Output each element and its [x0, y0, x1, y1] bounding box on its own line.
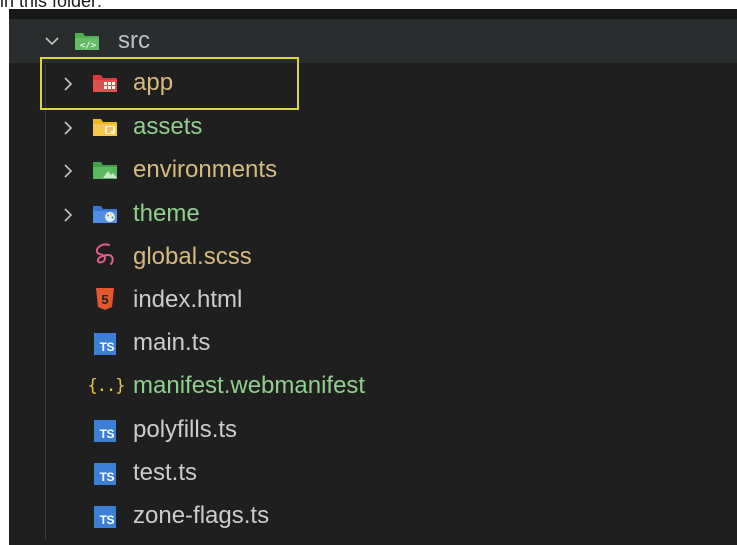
json-icon: {..} — [87, 374, 126, 398]
svg-text:</>: </> — [80, 41, 97, 51]
chevron-right-icon[interactable] — [63, 164, 75, 178]
svg-text:5: 5 — [101, 292, 108, 307]
tree-item-main-ts[interactable]: TS main.ts — [9, 321, 737, 365]
folder-theme-icon — [92, 202, 118, 226]
tree-item-label: environments — [133, 156, 278, 183]
ts-badge: TS — [94, 506, 116, 528]
tree-item-label: global.scss — [133, 243, 252, 270]
explorer-header-band — [9, 9, 737, 19]
tree-item-test-ts[interactable]: TS test.ts — [9, 451, 737, 495]
tree-item-label: theme — [133, 200, 200, 227]
ts-badge: TS — [94, 333, 116, 355]
ts-badge: TS — [94, 420, 116, 442]
tree-item-manifest[interactable]: {..} manifest.webmanifest — [9, 364, 737, 408]
tree-item-assets[interactable]: assets — [9, 105, 737, 149]
tree-item-environments[interactable]: environments — [9, 148, 737, 192]
tree-item-index-html[interactable]: 5 index.html — [9, 278, 737, 322]
tree-item-label: polyfills.ts — [133, 416, 238, 443]
chevron-down-icon[interactable] — [45, 35, 59, 47]
folder-src-icon: </> — [74, 29, 100, 53]
focus-outline — [40, 57, 299, 110]
tree-item-zone-flags-ts[interactable]: TS zone-flags.ts — [9, 494, 737, 538]
tree-item-label: manifest.webmanifest — [133, 372, 366, 399]
html5-icon: 5 — [92, 287, 118, 311]
tree-item-label: src — [118, 27, 150, 54]
tree-item-label: zone-flags.ts — [133, 502, 270, 529]
json-braces: {..} — [87, 376, 126, 396]
tree-item-label: test.ts — [133, 459, 198, 486]
tree-item-label: assets — [133, 113, 203, 140]
typescript-icon: TS — [92, 419, 118, 443]
tree-item-label: main.ts — [133, 329, 211, 356]
typescript-icon: TS — [92, 505, 118, 529]
typescript-icon: TS — [92, 332, 118, 356]
folder-assets-icon — [92, 115, 118, 139]
tree-item-global-scss[interactable]: global.scss — [9, 235, 737, 279]
tree-item-theme[interactable]: theme — [9, 192, 737, 236]
chevron-right-icon[interactable] — [63, 208, 75, 222]
tree-item-polyfills-ts[interactable]: TS polyfills.ts — [9, 408, 737, 452]
tree-item-label: index.html — [133, 286, 243, 313]
ts-badge: TS — [94, 463, 116, 485]
sass-icon — [92, 243, 118, 267]
chevron-right-icon[interactable] — [63, 121, 75, 135]
folder-environments-icon — [92, 158, 118, 182]
typescript-icon: TS — [92, 462, 118, 486]
